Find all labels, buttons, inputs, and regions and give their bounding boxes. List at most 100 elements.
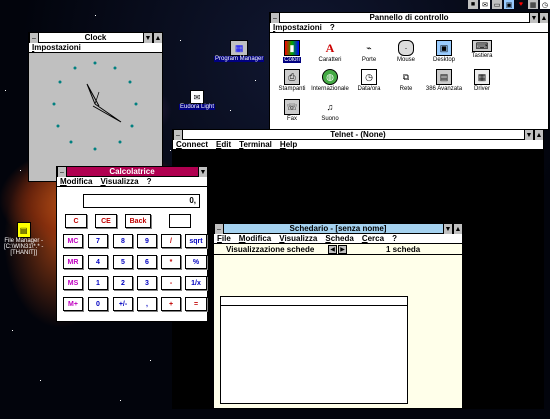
cp-tastiera[interactable]: ⌨ Tastiera bbox=[462, 40, 502, 59]
calc-percent-button[interactable]: % bbox=[185, 255, 207, 269]
telnet-system-menu-button[interactable]: – bbox=[173, 130, 183, 140]
cardfile-menu-scheda[interactable]: Scheda bbox=[325, 234, 353, 243]
cardfile-titlebar[interactable]: Schedario - [senza nome] bbox=[214, 224, 462, 234]
cp-fax[interactable]: ☏ Fax bbox=[272, 99, 312, 122]
clock-maximize-button[interactable]: ▲ bbox=[153, 33, 163, 43]
telnet-menu-connect[interactable]: Connect bbox=[176, 140, 208, 149]
index-card[interactable] bbox=[220, 296, 408, 404]
cp-desktop[interactable]: ▣ Desktop bbox=[424, 40, 464, 63]
cp-porte[interactable]: ⌁ Porte bbox=[349, 40, 389, 64]
calc-6-button[interactable]: 6 bbox=[137, 255, 157, 269]
control-panel-titlebar[interactable]: Pannello di controllo bbox=[270, 13, 548, 23]
clock-window[interactable]: Clock – ▼ ▲ Impostazioni bbox=[28, 32, 163, 182]
calc-9-button[interactable]: 9 bbox=[137, 234, 157, 248]
cp-mouse[interactable]: · Mouse bbox=[386, 40, 426, 63]
cardfile-menu-file[interactable]: File bbox=[217, 234, 231, 243]
calc-4-button[interactable]: 4 bbox=[88, 255, 108, 269]
suono-icon: ♫ bbox=[326, 102, 334, 112]
cardfile-menu-visualizza[interactable]: Visualizza bbox=[279, 234, 317, 243]
file-manager-icon[interactable]: ▤ File Manager - [C:\WIN31\*.* - [THANIT… bbox=[3, 222, 44, 256]
calc-ce-button[interactable]: CE bbox=[95, 214, 117, 228]
calc-7-button[interactable]: 7 bbox=[88, 234, 108, 248]
calc-5-button[interactable]: 5 bbox=[113, 255, 133, 269]
display-icon[interactable]: ▣ bbox=[504, 0, 514, 9]
calc-equals-button[interactable]: = bbox=[185, 297, 207, 311]
calculator-minimize-button[interactable]: ▼ bbox=[198, 167, 208, 177]
cardfile-menu-cerca[interactable]: Cerca bbox=[362, 234, 384, 243]
calculator-system-menu-button[interactable]: – bbox=[57, 167, 67, 177]
calc-mplus-button[interactable]: M+ bbox=[63, 297, 83, 311]
cp-suono[interactable]: ♫ Suono bbox=[310, 99, 350, 122]
calc-add-button[interactable]: + bbox=[161, 297, 181, 311]
cp-stampanti[interactable]: ⎙ Stampanti bbox=[272, 69, 312, 92]
control-panel-system-menu-button[interactable]: – bbox=[270, 13, 280, 23]
mail-icon[interactable]: ✉ bbox=[480, 0, 490, 9]
cp-driver[interactable]: ▦ Driver bbox=[462, 69, 502, 92]
cardfile-minimize-button[interactable]: ▼ bbox=[443, 224, 453, 234]
calc-2-button[interactable]: 2 bbox=[113, 276, 133, 290]
index-card-header[interactable] bbox=[221, 297, 407, 306]
calc-ms-button[interactable]: MS bbox=[63, 276, 83, 290]
control-panel-menu-impostazioni[interactable]: Impostazioni bbox=[273, 23, 322, 32]
calculator-display: 0, bbox=[83, 194, 200, 208]
heart-icon[interactable]: ♥ bbox=[516, 0, 526, 9]
cardfile-menu-modifica[interactable]: Modifica bbox=[239, 234, 271, 243]
calc-mc-button[interactable]: MC bbox=[63, 234, 83, 248]
colori-icon: ▮ bbox=[284, 40, 300, 56]
calc-c-button[interactable]: C bbox=[65, 214, 87, 228]
telnet-maximize-button[interactable]: ▲ bbox=[534, 130, 544, 140]
cardfile-view-label: Visualizzazione schede bbox=[226, 245, 315, 254]
windows-icon[interactable]: ■ bbox=[468, 0, 478, 9]
control-panel-maximize-button[interactable]: ▲ bbox=[539, 13, 549, 23]
calc-multiply-button[interactable]: * bbox=[161, 255, 181, 269]
telnet-titlebar[interactable]: Telnet - (None) bbox=[173, 130, 543, 140]
calc-subtract-button[interactable]: - bbox=[161, 276, 181, 290]
calculator-menu-modifica[interactable]: Modifica bbox=[60, 177, 92, 186]
cp-386-avanzata[interactable]: ▤ 386 Avanzata bbox=[424, 69, 464, 92]
cp-dataora[interactable]: ◷ Data/ora bbox=[349, 69, 389, 92]
cardfile-maximize-button[interactable]: ▲ bbox=[453, 224, 463, 234]
control-panel-menu-help[interactable]: ? bbox=[330, 23, 335, 32]
program-manager-icon[interactable]: ▦ Program Manager bbox=[214, 40, 265, 62]
calc-1-button[interactable]: 1 bbox=[88, 276, 108, 290]
telnet-minimize-button[interactable]: ▼ bbox=[524, 130, 534, 140]
calc-8-button[interactable]: 8 bbox=[113, 234, 133, 248]
cardfile-window[interactable]: Schedario - [senza nome] – ▼ ▲ File Modi… bbox=[213, 223, 463, 409]
telnet-menu-help[interactable]: Help bbox=[280, 140, 297, 149]
calc-sign-button[interactable]: +/- bbox=[113, 297, 133, 311]
cp-internazionale[interactable]: ◍ Internazionale bbox=[310, 69, 350, 92]
control-panel-window[interactable]: Pannello di controllo – ▼ ▲ Impostazioni… bbox=[269, 12, 549, 130]
calc-decimal-button[interactable]: , bbox=[137, 297, 157, 311]
calc-reciprocal-button[interactable]: 1/x bbox=[185, 276, 207, 290]
calc-0-button[interactable]: 0 bbox=[88, 297, 108, 311]
calc-sqrt-button[interactable]: sqrt bbox=[185, 234, 207, 248]
monitor-icon[interactable]: ▭ bbox=[492, 0, 502, 9]
cp-rete[interactable]: ⧉ Rete bbox=[386, 69, 426, 93]
calc-mr-button[interactable]: MR bbox=[63, 255, 83, 269]
clock-icon[interactable]: ◷ bbox=[540, 0, 550, 9]
control-panel-minimize-button[interactable]: ▼ bbox=[529, 13, 539, 23]
prev-card-arrow-icon[interactable]: ◀ bbox=[328, 245, 337, 254]
cp-caratteri[interactable]: A Caratteri bbox=[310, 40, 350, 64]
next-card-arrow-icon[interactable]: ▶ bbox=[338, 245, 347, 254]
cardfile-system-menu-button[interactable]: – bbox=[214, 224, 224, 234]
calculator-menu-visualizza[interactable]: Visualizza bbox=[100, 177, 138, 186]
calc-3-button[interactable]: 3 bbox=[137, 276, 157, 290]
clock-menu-impostazioni[interactable]: Impostazioni bbox=[32, 43, 81, 52]
calculator-titlebar[interactable]: Calcolatrice bbox=[57, 167, 207, 177]
calculator-window[interactable]: Calcolatrice – ▼ Modifica Visualizza ? 0… bbox=[56, 166, 208, 322]
clock-system-menu-button[interactable]: – bbox=[29, 33, 39, 43]
telnet-menu-edit[interactable]: Edit bbox=[216, 140, 231, 149]
grid-icon[interactable]: ▦ bbox=[528, 0, 538, 9]
calc-back-button[interactable]: Back bbox=[125, 214, 151, 228]
calculator-menu-help[interactable]: ? bbox=[147, 177, 152, 186]
calc-divide-button[interactable]: / bbox=[161, 234, 181, 248]
file-manager-label-3: [THANIT]] bbox=[10, 250, 37, 256]
clock-minimize-button[interactable]: ▼ bbox=[143, 33, 153, 43]
cardfile-menu-help[interactable]: ? bbox=[392, 234, 397, 243]
eudora-icon[interactable]: ✉ Eudora Light bbox=[179, 90, 216, 110]
telnet-menu-terminal[interactable]: Terminal bbox=[239, 140, 272, 149]
caratteri-icon: A bbox=[325, 40, 335, 55]
program-manager-label: Program Manager bbox=[214, 56, 265, 62]
cp-colori[interactable]: ▮ Colori bbox=[272, 40, 312, 63]
